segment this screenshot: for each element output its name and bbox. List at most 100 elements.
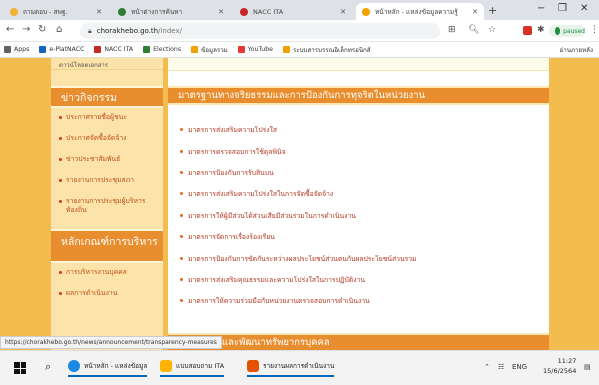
tab-title: หน้าต่างการค้นหา (131, 7, 183, 16)
browser-menu-icon[interactable]: ⋮ (590, 25, 599, 35)
forward-arrow-icon[interactable]: → (22, 24, 30, 35)
taskbar-app-label: หน้าหลัก - แหล่งข้อมูล (84, 362, 148, 370)
reading-list-button[interactable]: อ่านภายหลัง (560, 45, 594, 55)
sidebar-item[interactable]: ข่าวประชาสัมพันธ์ (59, 155, 157, 164)
taskbar-app-label: แบบสอบถาม ITA (176, 362, 225, 370)
main-content: มาตรฐานทางจริยธรรมและการป้องกันการทุจริต… (168, 58, 549, 350)
address-path: /index/ (158, 27, 182, 35)
windows-start-icon[interactable] (14, 362, 26, 374)
input-language[interactable]: ENG (512, 363, 527, 371)
bookmark-item[interactable]: ระบบสารบรรณอิเล็กทรอนิกส์ (282, 45, 371, 55)
list-item[interactable]: มาตรการให้ผู้มีส่วนได้ส่วนเสียมีส่วนร่วม… (180, 205, 549, 226)
bookmark-item[interactable]: NACC ITA (94, 46, 133, 53)
bookmark-label: Apps (14, 46, 30, 53)
tab-close-icon[interactable]: ✕ (218, 8, 224, 16)
list-item-label: มาตรการส่งเสริมคุณธรรมและความโปร่งใสในกา… (188, 275, 365, 284)
reload-icon[interactable]: ↻ (38, 24, 46, 35)
sidebar-item-label: ประกาศรายชื่อผู้ชนะ (66, 113, 127, 121)
bullet-icon (180, 299, 183, 303)
taskbar-app-folder[interactable]: แบบสอบถาม ITA (160, 360, 225, 377)
list-item-label: มาตรการให้ความร่วมมือกับหน่วยงานตรวจสอบก… (188, 297, 370, 306)
bullet-icon (180, 256, 183, 260)
bookmark-label: Elections (153, 46, 182, 53)
sidebar-item[interactable]: ประกาศรายชื่อผู้ชนะ (59, 113, 157, 122)
browser-tab[interactable]: ถามตอบ - สพฐ. ✕ (4, 3, 108, 20)
taskbar-app-document[interactable]: รายงานผลการดำเนินงาน (247, 360, 335, 377)
browser-tab-strip: ถามตอบ - สพฐ. ✕ หน้าต่างการค้นหา ✕ NACC … (0, 0, 599, 20)
list-item-label: มาตรการป้องกันการรับสินบน (188, 168, 274, 177)
list-item[interactable]: มาตรการป้องกันการขัดกันระหว่างผลประโยชน์… (180, 247, 549, 268)
extensions-puzzle-icon[interactable]: ✱ (537, 25, 545, 35)
bullet-icon (59, 200, 62, 203)
tab-title: ถามตอบ - สพฐ. (23, 7, 68, 16)
sidebar-item-label: ข่าวประชาสัมพันธ์ (66, 155, 121, 163)
tab-close-icon[interactable]: ✕ (472, 8, 478, 16)
address-bar[interactable]: 🔒︎ chorakhebo.go.th /index/ (80, 23, 440, 39)
list-item[interactable]: มาตรการส่งเสริมความโปร่งใส (180, 119, 549, 140)
notification-icon[interactable]: ▤ (584, 363, 591, 371)
tab-title: หน้าหลัก - แหล่งข้อมูลความรู้ (375, 7, 458, 16)
sidebar-news-heading: ข่าวกิจกรรม (51, 86, 163, 108)
bullet-icon (59, 116, 62, 119)
restore-button[interactable]: ❐ (558, 3, 567, 14)
list-item[interactable]: มาตรการป้องกันการรับสินบน (180, 162, 549, 183)
bookmark-label: ระบบสารบรรณอิเล็กทรอนิกส์ (292, 46, 371, 54)
sidebar-item[interactable]: ผลการดำเนินงาน (59, 289, 157, 298)
sidebar-item-label: รายงานการประชุมสภา (66, 176, 134, 184)
tab-close-icon[interactable]: ✕ (96, 8, 102, 16)
bullet-icon (59, 179, 62, 182)
address-host: chorakhebo.go.th (96, 27, 159, 35)
sidebar-item-label: ประกาศจัดซื้อจัดจ้าง (66, 134, 127, 142)
browser-tab[interactable]: NACC ITA ✕ (234, 3, 352, 20)
measures-list: มาตรการส่งเสริมความโปร่งใส มาตรการตรวจสอ… (168, 119, 549, 312)
bookmark-apps[interactable]: Apps (4, 46, 29, 53)
close-window-button[interactable]: ✕ (580, 3, 588, 14)
search-icon[interactable]: ⌕ (45, 360, 51, 374)
new-tab-button[interactable]: + (488, 4, 497, 17)
tab-close-icon[interactable]: ✕ (340, 8, 346, 16)
section-heading-bottom: การบริหารและพัฒนาทรัพยากรบุคคล (168, 333, 549, 350)
profile-button[interactable]: paused (549, 25, 585, 37)
bookmark-item[interactable]: YouTube (237, 46, 273, 53)
bookmark-item[interactable]: Elections (143, 46, 181, 53)
sidebar-item[interactable]: รายงานการประชุมสภา (59, 176, 157, 185)
list-item[interactable]: มาตรการส่งเสริมความโปร่งใสในการจัดซื้อจั… (180, 183, 549, 204)
sidebar-top-link[interactable]: ดาวน์โหลดเอกสาร (51, 58, 163, 70)
zoom-icon[interactable]: 🔍︎ (468, 25, 479, 35)
bookmark-star-icon[interactable]: ☆ (488, 25, 496, 35)
top-strip (168, 58, 549, 71)
tray-chevron-icon[interactable]: ⌃ (484, 363, 490, 371)
list-item-label: มาตรการจัดการเรื่องร้องเรียน (188, 233, 275, 242)
sidebar-services-heading: หลักเกณฑ์การบริหาร (51, 229, 163, 263)
clock-date: 15/6/2564 (543, 367, 577, 375)
list-item[interactable]: มาตรการตรวจสอบการใช้ดุลพินิจ (180, 140, 549, 161)
extension-icon[interactable] (523, 26, 532, 35)
bookmark-item[interactable]: ข้อมูลรวม (191, 45, 228, 55)
bookmark-item[interactable]: e-PlatNACC (39, 46, 84, 53)
taskbar-app-chrome[interactable]: หน้าหลัก - แหล่งข้อมูล (68, 360, 148, 377)
profile-label: paused (563, 27, 585, 35)
browser-tab-active[interactable]: หน้าหลัก - แหล่งข้อมูลความรู้ ✕ (356, 3, 484, 20)
tab-favicon-icon (10, 7, 18, 16)
list-item[interactable]: มาตรการส่งเสริมคุณธรรมและความโปร่งใสในกา… (180, 269, 549, 290)
taskbar-clock[interactable]: 11:27 15/6/2564 (543, 356, 576, 376)
bookmark-favicon-icon (282, 46, 290, 53)
sidebar-item[interactable]: รายงานการประชุมผู้บริหารท้องถิ่น (59, 197, 157, 215)
install-app-icon[interactable]: ⊞ (448, 25, 456, 35)
network-icon[interactable]: ☷ (498, 363, 504, 371)
bullet-icon (180, 128, 183, 132)
sidebar-item-label: ผลการดำเนินงาน (66, 289, 118, 297)
list-item[interactable]: มาตรการให้ความร่วมมือกับหน่วยงานตรวจสอบก… (180, 290, 549, 311)
home-icon[interactable]: ⌂ (56, 24, 62, 35)
minimize-button[interactable]: − (537, 3, 545, 14)
taskbar: ⌕ หน้าหลัก - แหล่งข้อมูล แบบสอบถาม ITA ร… (0, 350, 599, 385)
sidebar-item[interactable]: ประกาศจัดซื้อจัดจ้าง (59, 134, 157, 143)
list-item-label: มาตรการให้ผู้มีส่วนได้ส่วนเสียมีส่วนร่วม… (188, 211, 356, 220)
document-icon (247, 360, 259, 372)
browser-tab[interactable]: หน้าต่างการค้นหา ✕ (112, 3, 230, 20)
tab-favicon-icon (362, 7, 370, 16)
list-item[interactable]: มาตรการจัดการเรื่องร้องเรียน (180, 226, 549, 247)
sidebar-item[interactable]: การบริหารงานบุคคล (59, 268, 157, 277)
back-arrow-icon[interactable]: ← (6, 24, 14, 35)
sidebar: ดาวน์โหลดเอกสาร ข่าวกิจกรรม ประกาศรายชื่… (51, 58, 163, 350)
